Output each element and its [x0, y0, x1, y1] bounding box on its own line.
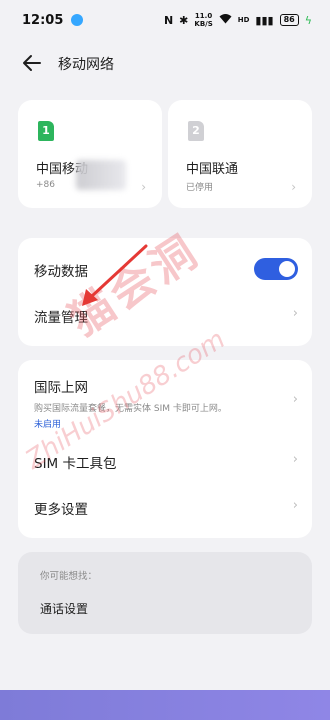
mobile-data-toggle[interactable] — [254, 258, 298, 280]
blurred-number — [76, 160, 126, 190]
page-title: 移动网络 — [58, 57, 114, 73]
sim-status: 已停用 — [186, 183, 214, 193]
more-settings-row[interactable]: 更多设置 › — [34, 498, 298, 518]
signal-icon: ▮▮▮ — [255, 13, 274, 27]
sim-card-icon: 2 — [188, 121, 204, 141]
bluetooth-icon: ✱ — [179, 13, 189, 27]
status-icons: N ✱ 11.0 KB/S HD ▮▮▮ 86 ϟ — [164, 12, 312, 28]
arrow-left-icon[interactable] — [22, 54, 42, 72]
chevron-right-icon: › — [292, 498, 298, 513]
sim-toolkit-row[interactable]: SIM 卡工具包 › — [34, 452, 298, 472]
chevron-right-icon: › — [292, 392, 298, 407]
call-settings-link[interactable]: 通话设置 — [40, 600, 88, 617]
charging-icon: ϟ — [304, 13, 312, 27]
toggle-knob — [279, 261, 295, 277]
network-speed-unit: KB/S — [194, 20, 213, 28]
sim-carrier-name: 中国联通 — [186, 162, 239, 177]
chevron-right-icon: › — [292, 306, 298, 321]
sim-card-1[interactable]: 1 中国移动 +86 › — [18, 100, 162, 208]
network-speed-value: 11.0 — [194, 12, 213, 20]
more-settings-label: 更多设置 — [34, 502, 88, 518]
status-bar: 12:05 N ✱ 11.0 KB/S HD ▮▮▮ 86 ϟ — [0, 0, 330, 40]
suggestions-card: 你可能想找： 通话设置 — [18, 552, 312, 634]
sim-card-icon: 1 — [38, 121, 54, 141]
hd-icon: HD — [237, 16, 250, 24]
nfc-icon: N — [163, 13, 174, 27]
battery-icon: 86 — [279, 14, 299, 26]
network-speed: 11.0 KB/S — [194, 12, 212, 28]
international-desc: 购买国际流量套餐，无需实体 SIM 卡即可上网。 — [34, 404, 227, 414]
wallpaper-strip — [0, 690, 330, 720]
chevron-right-icon: › — [291, 180, 296, 194]
sim-phone-number: +86 — [36, 180, 55, 190]
suggestions-title: 你可能想找： — [40, 571, 98, 582]
status-time: 12:05 — [22, 12, 64, 28]
chevron-right-icon: › — [141, 180, 146, 194]
sim-card-2[interactable]: 2 中国联通 已停用 › — [168, 100, 312, 208]
header: 移动网络 — [0, 46, 330, 80]
qq-notification-icon — [71, 14, 84, 26]
chevron-right-icon: › — [292, 452, 298, 467]
wifi-icon — [219, 13, 232, 27]
